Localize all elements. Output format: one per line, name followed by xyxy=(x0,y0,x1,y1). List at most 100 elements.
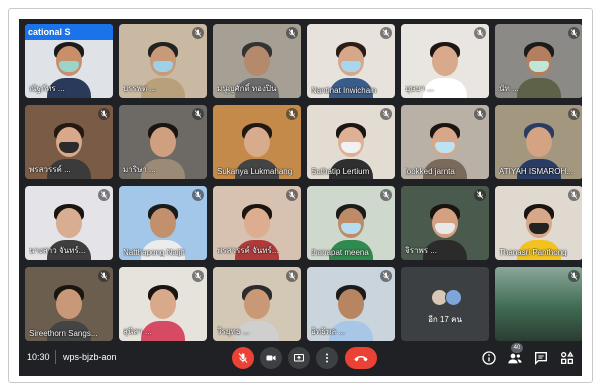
participant-tile[interactable]: มนูญศักดิ์ ทองปิน xyxy=(213,24,301,98)
present-button[interactable] xyxy=(288,347,310,369)
participant-name: สุนิสา ... xyxy=(123,327,152,336)
participant-face xyxy=(150,289,176,319)
participant-name: บรรพต ... xyxy=(123,84,157,93)
mic-muted-icon xyxy=(286,270,298,282)
toolbar-divider xyxy=(55,350,56,364)
mic-muted-icon xyxy=(568,27,580,39)
mic-muted-icon xyxy=(474,189,486,201)
mic-off-icon xyxy=(238,353,248,363)
activities-button[interactable] xyxy=(559,350,575,366)
participant-name: จิราพร ... xyxy=(405,246,437,255)
participant-tile[interactable] xyxy=(495,267,582,341)
participant-name: ATIYAH ISMAROH... xyxy=(499,167,573,176)
avatar-stack xyxy=(431,289,463,307)
participant-name: อิทธิพล ... xyxy=(311,327,346,336)
participant-face xyxy=(56,289,82,319)
participant-tile[interactable]: สุนิสา ... xyxy=(119,267,207,341)
mic-muted-icon xyxy=(474,108,486,120)
participant-name: มาริษา ... xyxy=(123,165,156,174)
mic-muted-icon xyxy=(568,189,580,201)
participant-face xyxy=(338,289,364,319)
more-participants-label: อีก 17 คน xyxy=(428,315,462,324)
people-button[interactable]: 40 xyxy=(507,343,523,366)
mic-muted-icon xyxy=(192,270,204,282)
bottom-toolbar: 10:30 wps-bjzb-aon 40 xyxy=(19,342,582,376)
participant-face xyxy=(526,127,552,157)
participant-tile[interactable]: พรสวรรค์ จันทร์... xyxy=(213,186,301,260)
chat-button[interactable] xyxy=(533,350,549,366)
participant-name: ณัฐภัทร ... xyxy=(29,84,65,93)
participant-face xyxy=(56,208,82,238)
mic-muted-icon xyxy=(286,27,298,39)
participant-tile[interactable]: ณัฐภัทร ... cational S xyxy=(25,24,113,98)
participant-name: บุษบา ... xyxy=(405,84,434,93)
mic-muted-icon xyxy=(98,270,110,282)
participant-tile[interactable]: Sukanya Lukmahang xyxy=(213,105,301,179)
mic-muted-icon xyxy=(380,189,392,201)
participant-name: thanapat meena xyxy=(311,248,369,257)
participant-name: วีรยุทธ ... xyxy=(217,327,250,336)
avatar xyxy=(445,289,462,306)
participant-name: พรสวรรค์ จันทร์... xyxy=(217,246,279,255)
mic-muted-icon xyxy=(286,108,298,120)
participant-face xyxy=(432,46,458,76)
mic-muted-icon xyxy=(568,270,580,282)
mic-muted-icon xyxy=(192,108,204,120)
activities-icon xyxy=(561,351,574,364)
participant-name: นางสาว จันทร์... xyxy=(29,246,86,255)
more-options-button[interactable] xyxy=(316,347,338,369)
participant-face xyxy=(244,127,270,157)
participant-name: มนูญศักดิ์ ทองปิน xyxy=(217,84,277,93)
mic-muted-icon xyxy=(380,27,392,39)
present-icon xyxy=(294,354,304,362)
participant-tile[interactable]: วีรยุทธ ... xyxy=(213,267,301,341)
meeting-code: wps-bjzb-aon xyxy=(63,352,117,362)
participant-tile[interactable]: จิราพร ... xyxy=(401,186,489,260)
mic-muted-icon xyxy=(380,108,392,120)
participant-face xyxy=(244,289,270,319)
participant-name: Thanasri Panthong xyxy=(499,248,567,257)
participant-tile[interactable]: Nantinat Inwichain xyxy=(307,24,395,98)
participant-name: Nantinat Inwichain xyxy=(311,86,377,95)
mic-muted-icon xyxy=(380,270,392,282)
leave-call-button[interactable] xyxy=(345,347,377,369)
info-icon xyxy=(482,351,496,365)
participant-tile[interactable]: บุษบา ... xyxy=(401,24,489,98)
participant-tile[interactable]: Natthapong Naijit xyxy=(119,186,207,260)
participant-name: Suthatip Lertium xyxy=(311,167,370,176)
hangup-icon xyxy=(354,356,368,362)
meeting-details-button[interactable] xyxy=(481,350,497,366)
participant-tile[interactable]: นัท ... xyxy=(495,24,582,98)
participant-tile[interactable]: พรสวรรค์ ... xyxy=(25,105,113,179)
participant-face xyxy=(150,127,176,157)
mic-muted-icon xyxy=(568,108,580,120)
more-participants-tile[interactable]: อีก 17 คน xyxy=(401,267,489,341)
participant-tile[interactable]: อิทธิพล ... xyxy=(307,267,395,341)
participant-tile[interactable]: บรรพต ... xyxy=(119,24,207,98)
participant-tile[interactable]: lookked jarnta xyxy=(401,105,489,179)
background-banner: cational S xyxy=(25,24,113,40)
mic-muted-icon xyxy=(192,189,204,201)
meeting-time: 10:30 xyxy=(27,352,50,362)
participant-tile[interactable]: ATIYAH ISMAROH... xyxy=(495,105,582,179)
participant-name: พรสวรรค์ ... xyxy=(29,165,71,174)
mic-muted-icon xyxy=(98,189,110,201)
participant-tile[interactable]: มาริษา ... xyxy=(119,105,207,179)
camera-toggle-button[interactable] xyxy=(260,347,282,369)
participant-name: นัท ... xyxy=(499,84,519,93)
camera-icon xyxy=(266,355,276,361)
participant-name: Sireethorn Sangs... xyxy=(29,329,98,338)
participant-tile[interactable]: Thanasri Panthong xyxy=(495,186,582,260)
participant-name: Natthapong Naijit xyxy=(123,248,185,257)
participant-tile[interactable]: Suthatip Lertium xyxy=(307,105,395,179)
participant-count-badge: 40 xyxy=(511,343,523,353)
participant-tile[interactable]: thanapat meena xyxy=(307,186,395,260)
participant-grid: ณัฐภัทร ... cational S บรรพต ... มนูญศักดิ์… xyxy=(25,24,582,341)
participant-face xyxy=(150,208,176,238)
mic-toggle-button[interactable] xyxy=(232,347,254,369)
participant-name: Sukanya Lukmahang xyxy=(217,167,293,176)
mic-muted-icon xyxy=(286,189,298,201)
participant-tile[interactable]: นางสาว จันทร์... xyxy=(25,186,113,260)
participant-tile[interactable]: Sireethorn Sangs... xyxy=(25,267,113,341)
mic-muted-icon xyxy=(192,27,204,39)
